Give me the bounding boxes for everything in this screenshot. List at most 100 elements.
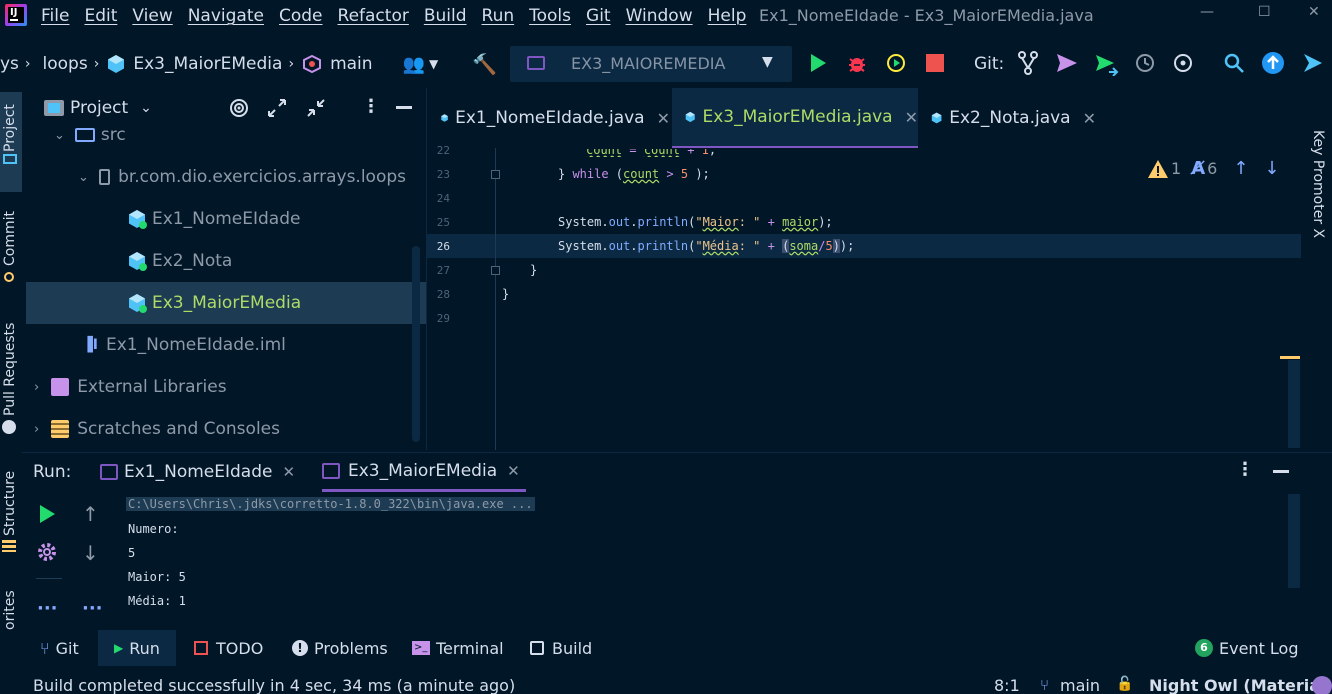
options-menu-icon[interactable]: ⋮	[1236, 459, 1254, 480]
chevron-down-icon[interactable]: ▼	[762, 54, 773, 70]
git-push-icon[interactable]	[1095, 52, 1119, 76]
tree-item-scratches[interactable]: › Scratches and Consoles	[26, 408, 406, 450]
menu-file[interactable]: File	[41, 6, 69, 26]
settings-gear-icon[interactable]	[36, 541, 58, 563]
project-scrollbar[interactable]	[412, 246, 420, 442]
menu-tools[interactable]: Tools	[529, 6, 571, 26]
menu-edit[interactable]: Edit	[84, 6, 117, 26]
code-line-27[interactable]: }	[530, 263, 537, 277]
menu-window[interactable]: Window	[626, 6, 693, 26]
key-promoter-tool-button[interactable]: Key Promoter X	[1310, 130, 1326, 238]
console-scrollbar[interactable]	[1288, 494, 1300, 588]
previous-highlight-icon[interactable]: ↑	[1233, 158, 1248, 179]
rerun-icon[interactable]	[37, 504, 57, 524]
menu-build[interactable]: Build	[424, 6, 467, 26]
close-window-icon[interactable]: ✕	[1308, 4, 1320, 20]
commit-tool-button[interactable]: Commit	[2, 211, 18, 266]
users-icon[interactable]: 👥	[403, 54, 425, 75]
code-with-me-icon[interactable]	[1300, 51, 1324, 75]
tree-item-class[interactable]: Ex1_NomeEIdade	[26, 198, 406, 240]
close-tab-icon[interactable]: ✕	[282, 463, 295, 481]
menu-git[interactable]: Git	[586, 6, 611, 26]
menu-navigate[interactable]: Navigate	[188, 6, 264, 26]
run-icon[interactable]	[808, 53, 828, 73]
close-tab-icon[interactable]: ✕	[657, 109, 670, 128]
structure-tool-button[interactable]: Structure	[2, 471, 18, 536]
hammer-icon[interactable]: 🔨	[472, 52, 497, 76]
hide-panel-icon[interactable]	[396, 106, 412, 109]
maximize-icon[interactable]: ☐	[1258, 4, 1271, 20]
hide-panel-icon[interactable]	[1273, 470, 1289, 473]
console-line: Numero:	[128, 522, 179, 536]
more-actions-icon[interactable]: ···	[82, 598, 103, 619]
editor-scrollbar[interactable]	[1288, 360, 1300, 448]
terminal-tool-button[interactable]: >_ Terminal	[412, 630, 504, 666]
tree-item-class[interactable]: Ex2_Nota	[26, 240, 406, 282]
theme-icon[interactable]	[1312, 676, 1332, 694]
close-tab-icon[interactable]: ✕	[905, 108, 918, 127]
problems-tool-button[interactable]: ! Problems	[292, 630, 388, 666]
minimize-icon[interactable]: —	[1200, 4, 1214, 20]
tab-ex2[interactable]: Ex2_Nota.java ✕	[920, 88, 1096, 148]
menu-help[interactable]: Help	[708, 6, 747, 26]
scrollbar-warning-marker[interactable]	[1280, 356, 1300, 359]
next-highlight-icon[interactable]: ↓	[1264, 158, 1279, 179]
git-branch-icon: ⑂	[40, 638, 50, 658]
breadcrumb-class[interactable]: Ex3_MaiorEMedia	[133, 54, 282, 74]
git-tool-button[interactable]: ⑂ Git	[40, 630, 79, 666]
favorites-tool-button[interactable]: orites	[2, 590, 18, 630]
breadcrumb-prefix[interactable]: ys	[0, 54, 19, 74]
run-tab-ex3[interactable]: Ex3_MaiorEMedia ✕	[322, 452, 526, 492]
debug-icon[interactable]	[846, 52, 868, 74]
git-commit-icon[interactable]	[1056, 53, 1078, 73]
tree-item-iml[interactable]: ▐I Ex1_NomeEIdade.iml	[26, 324, 406, 366]
rollback-icon[interactable]	[1172, 52, 1194, 74]
inspection-widget[interactable]: 1 A̸ 6 ↑ ↓	[1147, 158, 1280, 179]
code-line-26[interactable]: System.out.println("Média: " + (soma/5))…	[558, 239, 854, 253]
menu-run[interactable]: Run	[482, 6, 515, 26]
run-with-coverage-icon[interactable]	[885, 52, 907, 74]
more-actions-icon[interactable]: ···	[37, 598, 58, 619]
console-line: 5	[128, 546, 136, 560]
console-command-line[interactable]: C:\Users\Chris\.jdks\corretto-1.8.0_322\…	[126, 497, 535, 511]
menu-refactor[interactable]: Refactor	[338, 6, 409, 26]
code-line-25[interactable]: System.out.println("Maior: " + maior);	[558, 215, 833, 229]
event-log-tool-button[interactable]: 6 Event Log	[1195, 630, 1299, 666]
todo-tool-button[interactable]: TODO	[194, 630, 263, 666]
tree-item-package[interactable]: ⌄ br.com.dio.exercicios.arrays.loops	[26, 156, 406, 198]
project-tool-button[interactable]: Project	[2, 104, 18, 152]
status-message[interactable]: Build completed successfully in 4 sec, 3…	[33, 676, 515, 694]
code-line-23[interactable]: } while (count > 5 );	[558, 167, 710, 181]
run-tool-button[interactable]: ▶ Run	[98, 630, 176, 666]
update-available-icon[interactable]	[1261, 51, 1285, 75]
fold-marker-icon[interactable]	[491, 266, 500, 275]
tab-ex1[interactable]: Ex1_NomeEIdade.java ✕	[426, 88, 670, 148]
chevron-down-icon[interactable]: ▼	[429, 57, 438, 71]
chevron-right-icon: ›	[288, 56, 295, 72]
git-branch-widget[interactable]: main	[1060, 676, 1100, 694]
close-tab-icon[interactable]: ✕	[507, 462, 520, 480]
git-update-icon[interactable]	[1017, 51, 1039, 75]
tree-item-class-selected[interactable]: Ex3_MaiorEMedia	[26, 282, 426, 324]
caret-position[interactable]: 8:1	[994, 676, 1020, 694]
code-line-28[interactable]: }	[502, 287, 509, 301]
scroll-down-icon[interactable]: ↓	[82, 541, 99, 565]
tab-ex3[interactable]: Ex3_MaiorEMedia.java ✕	[672, 88, 918, 148]
build-tool-button[interactable]: Build	[530, 630, 592, 666]
theme-widget[interactable]: Night Owl (Material)	[1149, 676, 1332, 694]
run-tab-ex1[interactable]: Ex1_NomeEIdade ✕	[100, 452, 296, 492]
close-tab-icon[interactable]: ✕	[1083, 109, 1096, 128]
tree-item-src[interactable]: ⌄ src	[26, 114, 406, 156]
history-icon[interactable]	[1134, 52, 1156, 74]
breadcrumb-package[interactable]: loops	[43, 54, 88, 74]
menu-view[interactable]: View	[132, 6, 172, 26]
lock-icon[interactable]: 🔓	[1116, 676, 1133, 692]
tree-item-external-libraries[interactable]: › External Libraries	[26, 366, 406, 408]
search-icon[interactable]	[1223, 52, 1245, 74]
menu-code[interactable]: Code	[279, 6, 323, 26]
pull-requests-tool-button[interactable]: Pull Requests	[2, 323, 18, 416]
breadcrumb-method[interactable]: main	[330, 54, 372, 74]
fold-marker-icon[interactable]	[491, 170, 500, 179]
stop-icon[interactable]	[926, 54, 944, 72]
scroll-up-icon[interactable]: ↑	[82, 502, 99, 526]
